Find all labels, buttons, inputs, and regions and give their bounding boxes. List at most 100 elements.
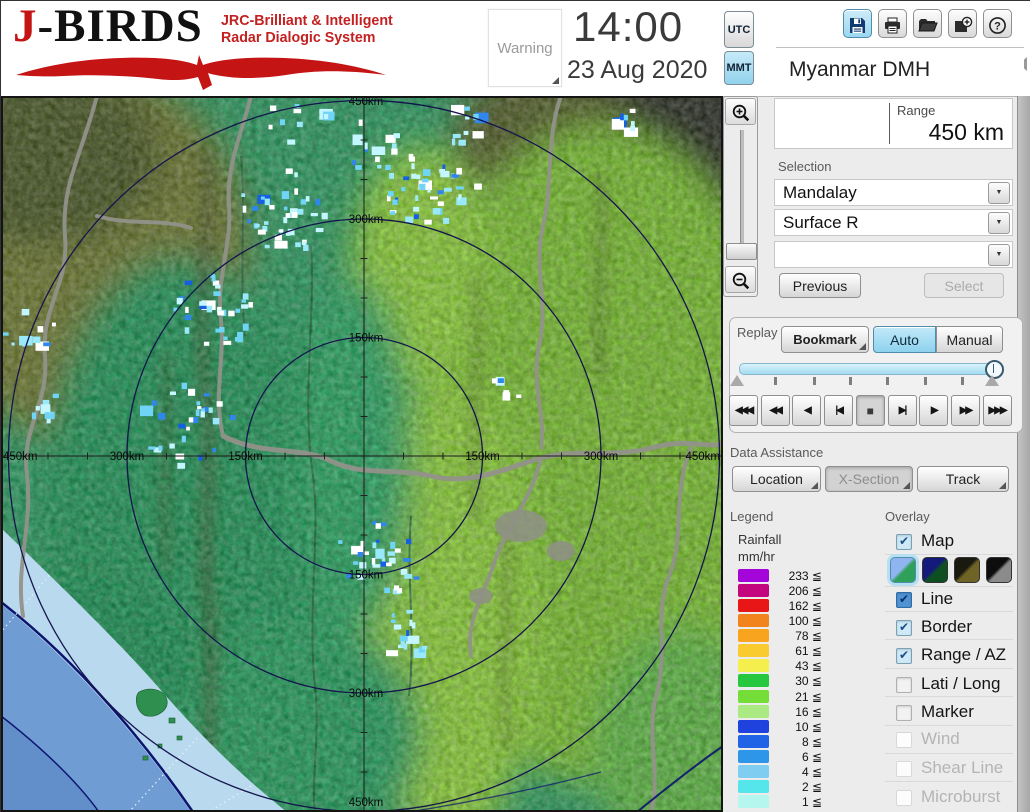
eagle-logo-icon	[16, 55, 386, 90]
x-section-button[interactable]: X-Section	[825, 466, 913, 492]
legend-entry-label: 233 ≦	[788, 569, 822, 583]
overlay-row-map: ✔ Map	[885, 530, 1017, 556]
open-folder-button[interactable]	[913, 9, 942, 38]
print-icon	[879, 16, 906, 35]
rewind-button[interactable]: ◀◀	[760, 395, 790, 426]
help-button[interactable]: ?	[983, 9, 1012, 38]
checkbox-checked[interactable]: ✔	[896, 648, 912, 664]
legend-color-swatch	[738, 749, 769, 763]
range-ring-label: 450km	[349, 797, 384, 809]
radar-map[interactable]: 150km 150km 150km 150km 300km 300km 300km 300km…	[1, 96, 723, 812]
location-button[interactable]: Location	[732, 466, 821, 492]
legend-units: mm/hr	[738, 549, 775, 564]
legend-color-swatch	[738, 795, 769, 809]
checkbox-unchecked[interactable]	[896, 705, 912, 721]
overlay-row-border: ✔ Border	[885, 616, 1017, 642]
station-title-box: Myanmar DMH	[776, 47, 1024, 92]
map-style-swatch-terrain-gray[interactable]	[986, 557, 1012, 583]
track-button[interactable]: Track	[917, 466, 1009, 492]
dropdown-product[interactable]: Surface R ▼	[774, 209, 1013, 236]
chevron-down-icon[interactable]: ▼	[988, 182, 1010, 204]
map-zoom-control	[723, 96, 758, 297]
station-title: Myanmar DMH	[789, 58, 931, 81]
forward-button[interactable]: ▶▶	[950, 395, 980, 426]
range-panel: Range 450 km	[774, 98, 1013, 149]
select-button[interactable]: Select	[924, 273, 1004, 298]
checkbox-checked[interactable]: ✔	[896, 592, 912, 608]
legend-entry-label: 6 ≦	[801, 749, 822, 764]
clock-time: 14:00	[573, 3, 684, 50]
terrain-layer: 150km 150km 150km 150km 300km 300km 300km 300km…	[1, 96, 723, 812]
legend-color-swatch	[738, 644, 769, 658]
save-floppy-button[interactable]	[843, 9, 872, 38]
print-button[interactable]	[878, 9, 907, 38]
legend-entry-label: 206 ≦	[788, 584, 822, 599]
legend-entry-label: 8 ≦	[801, 734, 822, 749]
replay-timeline-track[interactable]	[739, 363, 995, 375]
checkbox-checked[interactable]: ✔	[896, 620, 912, 636]
warning-button[interactable]: Warning	[488, 9, 562, 87]
legend-color-swatch	[738, 704, 769, 718]
legend-color-swatch	[738, 584, 769, 598]
range-value: 450 km	[928, 119, 1004, 145]
auto-mode-button[interactable]: Auto	[873, 326, 936, 353]
logo-brand-rest: -BIRDS	[37, 0, 203, 52]
dropdown-extra[interactable]: ▼	[774, 241, 1013, 268]
timeline-start-marker	[730, 375, 744, 386]
overlay-item-label: Border	[921, 617, 973, 636]
dropdown-product-value: Surface R	[783, 213, 859, 232]
play-forward-button[interactable]: ▶	[919, 395, 949, 426]
mmt-button[interactable]: MMT	[724, 51, 754, 85]
manual-mode-button[interactable]: Manual	[936, 326, 1003, 353]
play-backward-button[interactable]: ◀	[792, 395, 822, 426]
checkbox-unchecked	[896, 761, 912, 777]
legend-color-swatch	[738, 629, 769, 643]
chevron-down-icon[interactable]: ▼	[988, 244, 1010, 266]
legend-entry-label: 4 ≦	[801, 764, 822, 779]
timeline-tick	[813, 377, 816, 385]
zoom-out-button[interactable]	[725, 266, 756, 293]
legend-entry-label: 100 ≦	[788, 614, 822, 629]
legend-color-swatch	[738, 764, 769, 778]
data-assistance-label: Data Assistance	[730, 445, 824, 460]
stop-button[interactable]: ■	[855, 395, 885, 426]
range-ring-label: 300km	[584, 451, 619, 463]
snapshot-add-button[interactable]	[948, 9, 977, 38]
rewind-fast-button[interactable]: ◀◀◀	[729, 395, 758, 426]
step-forward-button[interactable]: ▶|	[887, 395, 917, 426]
rainfall-legend: Rainfall mm/hr 233 ≦ 206 ≦ 162 ≦ 100 ≦ 78 ≦ 6…	[730, 531, 880, 812]
zoom-slider-handle[interactable]	[726, 243, 757, 260]
map-style-swatch-terrain-color[interactable]	[890, 557, 916, 583]
legend-entry-label: 2 ≦	[801, 779, 822, 794]
legend-color-swatch	[738, 599, 769, 613]
checkbox-checked[interactable]: ✔	[896, 534, 912, 550]
checkbox-unchecked	[896, 732, 912, 748]
svg-text:?: ?	[994, 20, 1001, 32]
dropdown-site[interactable]: Mandalay ▼	[774, 179, 1013, 206]
logo-brand-j: J	[13, 0, 38, 52]
checkbox-unchecked[interactable]	[896, 677, 912, 693]
range-ring-label: 150km	[465, 451, 500, 463]
chevron-down-icon[interactable]: ▼	[988, 212, 1010, 234]
range-ring-label: 150km	[349, 333, 384, 345]
utc-button[interactable]: UTC	[724, 11, 754, 48]
previous-button[interactable]: Previous	[779, 273, 861, 298]
help-icon: ?	[984, 16, 1011, 35]
forward-fast-button[interactable]: ▶▶▶	[982, 395, 1012, 426]
legend-entry-label: 21 ≦	[795, 689, 822, 704]
app-header: J-BIRDS JRC-Brilliant & Intelligent Rada…	[1, 1, 1030, 97]
jbirds-logo: J-BIRDS JRC-Brilliant & Intelligent Rada…	[9, 3, 401, 93]
map-style-swatch-terrain-olive[interactable]	[954, 557, 980, 583]
timeline-tick	[886, 377, 889, 385]
dropdown-site-value: Mandalay	[783, 183, 857, 202]
range-ring-label: 300km	[110, 451, 145, 463]
magnifier-plus-icon	[732, 104, 749, 122]
legend-title: Rainfall	[738, 532, 782, 547]
zoom-slider-track[interactable]	[740, 130, 744, 260]
save-floppy-icon	[844, 16, 871, 35]
overlay-item-label: Map	[921, 531, 955, 550]
step-backward-button[interactable]: |◀	[824, 395, 854, 426]
zoom-in-button[interactable]	[725, 98, 756, 125]
bookmark-button[interactable]: Bookmark	[781, 326, 869, 353]
map-style-swatch-terrain-dark-blue[interactable]	[922, 557, 948, 583]
